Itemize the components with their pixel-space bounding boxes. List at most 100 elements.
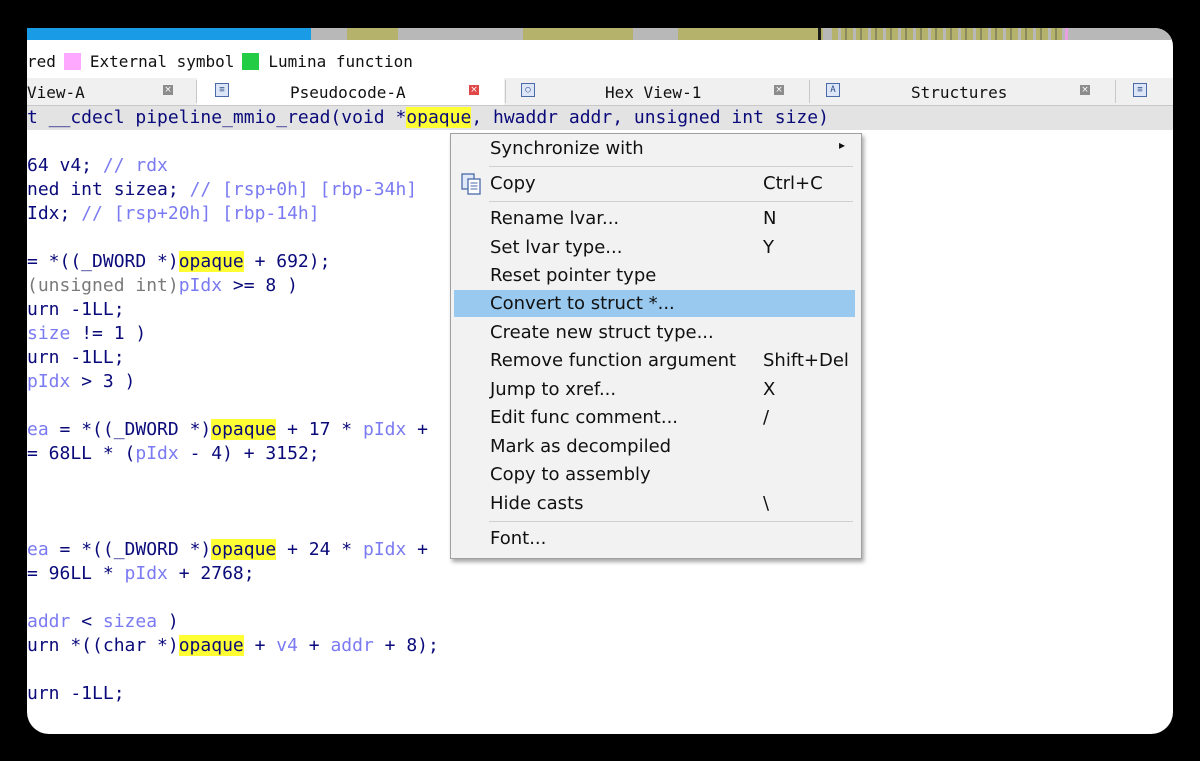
code-text: = *((_DWORD *)	[27, 251, 179, 272]
legend-label-external-symbol: External symbol	[89, 51, 235, 71]
close-icon[interactable]: ×	[1080, 85, 1090, 95]
code-variable[interactable]: pIdx	[135, 443, 178, 464]
code-variable[interactable]: pIdx	[179, 275, 222, 296]
tab-label: Hex View-1	[605, 83, 702, 102]
code-line[interactable]: ea = *((_DWORD *)opaque + 17 * pIdx +	[27, 418, 439, 442]
code-line[interactable]: urn -1LL;	[27, 298, 125, 322]
code-line-signature[interactable]: t __cdecl pipeline_mmio_read(void *opaqu…	[27, 106, 829, 130]
code-variable[interactable]: size	[27, 323, 70, 344]
highlighted-identifier[interactable]: opaque	[211, 539, 277, 560]
menu-item-synchronize-with[interactable]: Synchronize with ▸	[454, 135, 855, 162]
legend-label-lumina-function: Lumina function	[268, 51, 413, 71]
code-line[interactable]: (unsigned int)pIdx >= 8 )	[27, 274, 298, 298]
menu-item-label: Jump to xref...	[490, 379, 617, 400]
code-text: != 1 )	[70, 323, 147, 344]
code-line[interactable]: size != 1 )	[27, 322, 146, 346]
highlighted-identifier[interactable]: opaque	[406, 107, 472, 128]
menu-item-create-new-struct-type[interactable]: Create new struct type...	[454, 319, 855, 346]
structures-icon: A	[826, 83, 840, 97]
menu-item-convert-to-struct[interactable]: Convert to struct *...	[454, 290, 855, 317]
code-line[interactable]: urn -1LL;	[27, 346, 125, 370]
menu-item-shortcut: Shift+Del	[763, 350, 849, 371]
menu-item-label: Mark as decompiled	[490, 436, 672, 457]
menu-item-jump-to-xref[interactable]: Jump to xref... X	[454, 376, 855, 403]
menu-item-copy[interactable]: Copy Ctrl+C	[454, 170, 855, 197]
menu-item-edit-func-comment[interactable]: Edit func comment... /	[454, 404, 855, 431]
code-line[interactable]: = 96LL * pIdx + 2768;	[27, 562, 255, 586]
tab-next[interactable]: ≡	[1116, 78, 1173, 105]
code-variable[interactable]: pIdx	[27, 371, 70, 392]
code-text: +	[243, 635, 277, 656]
code-variable[interactable]: ea	[27, 419, 49, 440]
tab-structures[interactable]: A Structures ×	[810, 78, 1115, 105]
menu-item-reset-pointer-type[interactable]: Reset pointer type	[454, 262, 855, 289]
highlighted-identifier[interactable]: opaque	[211, 419, 277, 440]
highlighted-identifier[interactable]: opaque	[178, 251, 244, 272]
code-text: = 68LL * (	[27, 443, 136, 464]
code-comment: // rdx	[102, 155, 168, 176]
code-text: t __cdecl pipeline_mmio_read(void *	[27, 107, 407, 128]
menu-separator	[489, 521, 853, 522]
code-text: + 692);	[243, 251, 331, 272]
menu-item-font[interactable]: Font...	[454, 525, 855, 552]
code-variable[interactable]: v4	[276, 635, 298, 656]
code-line[interactable]: = 68LL * (pIdx - 4) + 3152;	[27, 442, 320, 466]
menu-item-copy-to-assembly[interactable]: Copy to assembly	[454, 461, 855, 488]
tab-hex-view-1[interactable]: ○ Hex View-1 ×	[506, 78, 808, 105]
code-variable[interactable]: pIdx	[125, 563, 168, 584]
code-variable[interactable]: sizea	[103, 611, 157, 632]
code-text: + 17 *	[276, 419, 363, 440]
code-line[interactable]: urn -1LL;	[27, 682, 125, 706]
code-text: > 3 )	[70, 371, 136, 392]
tab-ida-view-a[interactable]: View-A ×	[27, 78, 195, 105]
code-text: urn -1LL;	[27, 299, 125, 320]
menu-item-label: Copy	[490, 173, 536, 194]
menu-separator	[489, 166, 853, 167]
code-variable[interactable]: addr	[330, 635, 373, 656]
code-variable[interactable]: pIdx	[363, 539, 406, 560]
menu-item-shortcut: N	[763, 208, 777, 229]
tab-label: Structures	[911, 83, 1008, 102]
nav-band-segment	[633, 28, 678, 40]
menu-item-hide-casts[interactable]: Hide casts \	[454, 490, 855, 517]
code-variable[interactable]: ea	[27, 539, 49, 560]
tab-bar: View-A × ≡ Pseudocode-A × ○ Hex View-1 ×…	[27, 78, 1173, 106]
close-icon[interactable]: ×	[774, 85, 784, 95]
tab-label: View-A	[27, 83, 85, 102]
menu-item-shortcut: /	[763, 407, 770, 428]
code-line[interactable]: addr < sizea )	[27, 610, 179, 634]
menu-item-set-lvar-type[interactable]: Set lvar type... Y	[454, 234, 855, 261]
code-line[interactable]: pIdx > 3 )	[27, 370, 135, 394]
code-line[interactable]: Idx; // [rsp+20h] [rbp-14h]	[27, 202, 320, 226]
code-variable[interactable]: pIdx	[363, 419, 406, 440]
menu-item-mark-as-decompiled[interactable]: Mark as decompiled	[454, 433, 855, 460]
code-comment: // [rsp+20h] [rbp-14h]	[81, 203, 320, 224]
menu-item-remove-function-argument[interactable]: Remove function argument Shift+Del	[454, 347, 855, 374]
code-line[interactable]: ea = *((_DWORD *)opaque + 24 * pIdx +	[27, 538, 439, 562]
navigation-band[interactable]	[27, 28, 1173, 40]
close-icon[interactable]: ×	[163, 85, 173, 95]
menu-item-rename-lvar[interactable]: Rename lvar... N	[454, 205, 855, 232]
code-variable[interactable]: addr	[27, 611, 70, 632]
code-line[interactable]: 64 v4; // rdx	[27, 154, 168, 178]
menu-item-label: Font...	[490, 528, 547, 549]
code-text: = *((_DWORD *)	[48, 539, 212, 560]
code-text: +	[406, 539, 439, 560]
nav-band-segment	[347, 28, 398, 40]
hex-view-icon: ○	[521, 83, 535, 97]
menu-item-label: Rename lvar...	[490, 208, 620, 229]
copy-icon	[461, 173, 481, 195]
tab-pseudocode-a[interactable]: ≡ Pseudocode-A ×	[197, 78, 504, 105]
tab-label: Pseudocode-A	[290, 83, 406, 102]
legend-swatch-external-symbol	[63, 52, 81, 70]
code-text: <	[70, 611, 103, 632]
close-icon[interactable]: ×	[469, 85, 479, 95]
code-text: + 2768;	[167, 563, 255, 584]
highlighted-identifier[interactable]: opaque	[178, 635, 244, 656]
code-line[interactable]: urn *((char *)opaque + v4 + addr + 8);	[27, 634, 439, 658]
code-text: 64 v4;	[27, 155, 103, 176]
code-line[interactable]: ned int sizea; // [rsp+0h] [rbp-34h]	[27, 178, 417, 202]
code-line[interactable]: = *((_DWORD *)opaque + 692);	[27, 250, 330, 274]
legend-swatch-lumina-function	[242, 52, 260, 70]
code-text: >= 8 )	[222, 275, 298, 296]
